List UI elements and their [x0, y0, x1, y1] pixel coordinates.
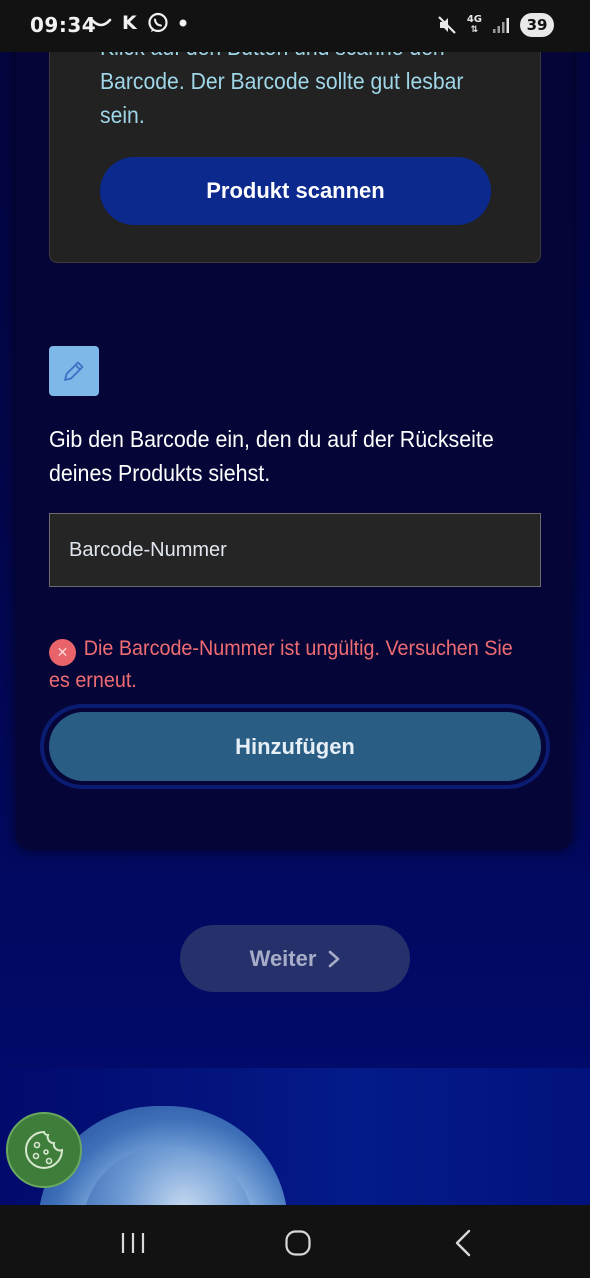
cookie-icon	[25, 1130, 64, 1169]
signal-icon	[493, 18, 509, 33]
back-button[interactable]	[443, 1223, 483, 1263]
cookie-settings-button[interactable]	[6, 1112, 82, 1188]
status-bar: 09:34 K 4G ⇅ 39	[0, 0, 590, 52]
network-arrows-icon: ⇅	[470, 25, 479, 35]
status-system-icons: 4G ⇅ 39	[437, 13, 554, 37]
dot-indicator-icon	[179, 19, 187, 27]
home-button[interactable]	[278, 1223, 318, 1263]
barcode-number-input[interactable]	[49, 513, 541, 587]
barcode-error-message: ✕ Die Barcode-Nummer ist ungültig. Versu…	[49, 633, 549, 697]
chevron-right-icon	[329, 950, 340, 967]
status-time: 09:34	[30, 13, 97, 37]
smile-notification-icon	[90, 18, 112, 27]
recent-apps-button[interactable]	[113, 1223, 153, 1263]
next-button[interactable]: Weiter	[180, 925, 410, 992]
barcode-entry-instruction: Gib den Barcode ein, den du auf der Rück…	[49, 426, 494, 486]
battery-indicator: 39	[520, 13, 554, 37]
whatsapp-icon	[148, 12, 168, 33]
add-barcode-button[interactable]: Hinzufügen	[49, 712, 541, 781]
network-label: 4G	[466, 14, 482, 25]
network-4g-icon: 4G ⇅	[466, 14, 482, 36]
status-notification-icons: K	[90, 12, 187, 34]
status-k-label: K	[122, 12, 137, 34]
recent-apps-icon	[121, 1233, 145, 1253]
product-drum-graphic	[83, 1146, 253, 1208]
back-icon	[455, 1229, 471, 1257]
mute-icon	[438, 16, 456, 34]
home-icon	[285, 1230, 311, 1256]
barcode-error-text: Die Barcode-Nummer ist ungültig. Versuch…	[49, 637, 513, 692]
next-button-label: Weiter	[249, 945, 317, 971]
system-navigation-bar	[0, 1205, 590, 1278]
pencil-icon	[49, 346, 99, 396]
promo-banner	[0, 1068, 590, 1208]
scan-product-button[interactable]: Produkt scannen	[100, 157, 491, 225]
